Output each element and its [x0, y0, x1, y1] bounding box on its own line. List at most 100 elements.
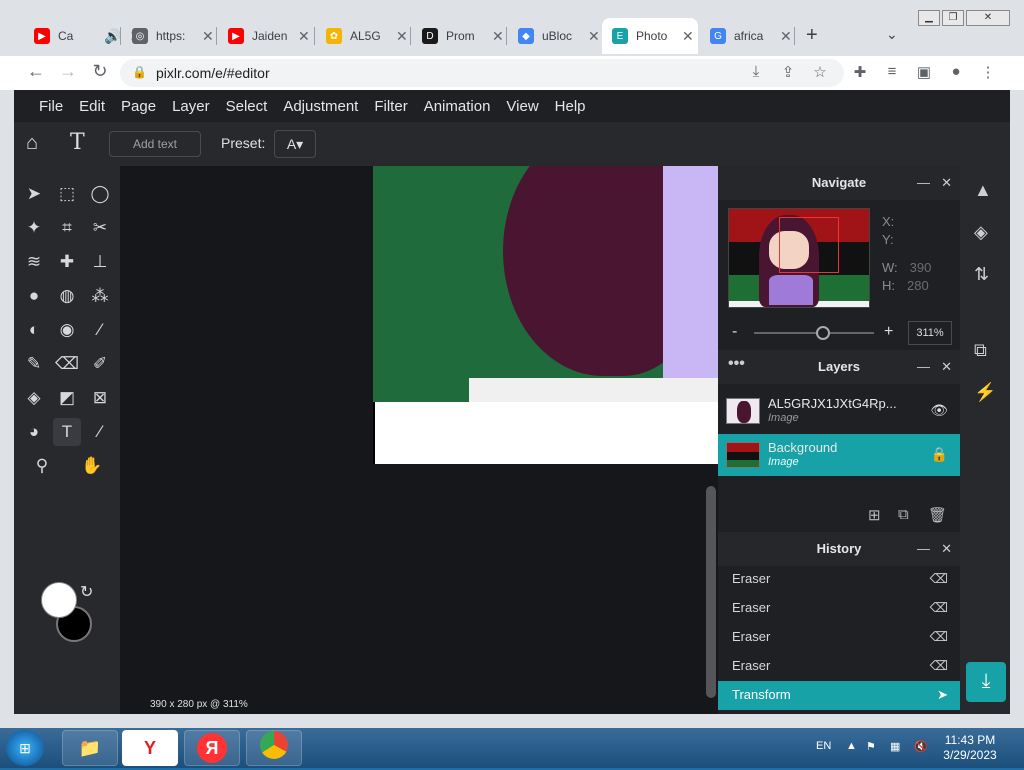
zoom-tool-icon[interactable]: ⚲: [28, 452, 56, 480]
zoom-out-icon[interactable]: -: [732, 323, 737, 341]
text-tool-selected-icon[interactable]: T: [53, 418, 81, 446]
history-item[interactable]: Eraser ⌫: [718, 594, 960, 623]
close-panel-icon[interactable]: ✕: [941, 350, 952, 384]
home-icon[interactable]: ⌂: [26, 132, 38, 155]
lock-icon[interactable]: 🔒: [931, 446, 948, 463]
menu-file[interactable]: File: [39, 98, 63, 115]
visibility-eye-icon[interactable]: 👁: [930, 402, 948, 419]
foreground-color-swatch[interactable]: [41, 582, 77, 618]
speaker-icon[interactable]: 🔊: [104, 28, 121, 45]
cutout-tool-icon[interactable]: ✂: [86, 214, 114, 242]
adjust-panel-icon[interactable]: ⇅: [974, 264, 989, 285]
arrange-tool-icon[interactable]: ➤: [20, 180, 48, 208]
navigator-thumbnail[interactable]: [728, 208, 870, 308]
start-button[interactable]: ⊞: [6, 730, 44, 766]
menu-layer[interactable]: Layer: [172, 98, 210, 115]
dodge-tool-icon[interactable]: ◐: [20, 316, 48, 344]
tab-8[interactable]: Gafrica ✕: [700, 18, 792, 54]
zoom-value-field[interactable]: 311%: [908, 321, 952, 345]
file-explorer-icon[interactable]: 📁: [62, 730, 118, 766]
marquee-tool-icon[interactable]: ⬚: [53, 180, 81, 208]
close-tab-icon[interactable]: ✕: [588, 28, 600, 45]
close-window-icon[interactable]: ✕: [966, 10, 1010, 26]
sharpen-tool-icon[interactable]: ◉: [53, 316, 81, 344]
restore-icon[interactable]: ❐: [942, 10, 964, 26]
gradient-tool-icon[interactable]: ◩: [53, 384, 81, 412]
color-picker-tool-icon[interactable]: ⁄: [86, 316, 114, 344]
canvas-white-area[interactable]: [373, 402, 718, 464]
hand-tool-icon[interactable]: ✋: [78, 452, 106, 480]
minimize-panel-icon[interactable]: —: [917, 166, 930, 200]
action-center-icon[interactable]: ⚑: [866, 740, 876, 753]
close-panel-icon[interactable]: ✕: [941, 166, 952, 200]
download-button[interactable]: ⤓: [966, 662, 1006, 702]
close-tab-icon[interactable]: ✕: [682, 28, 694, 45]
profile-icon[interactable]: ●: [946, 63, 966, 80]
lasso-tool-icon[interactable]: ◯: [86, 180, 114, 208]
dots-tool-icon[interactable]: ⁂: [86, 282, 114, 310]
blur-tool-icon[interactable]: ●: [20, 282, 48, 310]
yandex-icon[interactable]: Я: [184, 730, 240, 766]
yandex-browser-icon[interactable]: Y: [122, 730, 178, 766]
history-item[interactable]: Eraser ⌫: [718, 652, 960, 681]
sponge-tool-icon[interactable]: ◍: [53, 282, 81, 310]
close-tab-icon[interactable]: ✕: [298, 28, 310, 45]
menu-filter[interactable]: Filter: [374, 98, 407, 115]
zoom-in-icon[interactable]: +: [884, 323, 893, 341]
back-icon[interactable]: ←: [24, 61, 48, 82]
tab-2[interactable]: ◎ https: ✕: [122, 18, 214, 54]
delete-layer-icon[interactable]: 🗑: [928, 506, 947, 524]
close-panel-icon[interactable]: ✕: [941, 532, 952, 566]
more-options-icon[interactable]: •••: [728, 347, 745, 381]
network-icon[interactable]: ▦: [890, 740, 900, 753]
tab-6[interactable]: ◆ uBloc ✕: [508, 18, 600, 54]
clone-tool-icon[interactable]: ⊥: [86, 248, 114, 276]
eraser-tool-icon[interactable]: ⌫: [53, 350, 81, 378]
menu-view[interactable]: View: [506, 98, 538, 115]
resize-icon[interactable]: ⧉: [974, 340, 987, 361]
wand-tool-icon[interactable]: ✦: [20, 214, 48, 242]
preset-dropdown[interactable]: A▾: [274, 130, 316, 158]
layer-item[interactable]: AL5GRJX1JXtG4Rp... Image 👁: [718, 390, 960, 432]
tray-expand-icon[interactable]: ▲: [846, 740, 857, 752]
side-panel-icon[interactable]: ▣: [914, 63, 934, 81]
frame-tool-icon[interactable]: ⊠: [86, 384, 114, 412]
menu-page[interactable]: Page: [121, 98, 156, 115]
new-tab-icon[interactable]: +: [806, 24, 818, 47]
install-icon[interactable]: ⤓: [746, 63, 766, 80]
url-text[interactable]: pixlr.com/e/#editor: [156, 65, 270, 81]
vertical-scrollbar[interactable]: [706, 486, 716, 698]
menu-adjustment[interactable]: Adjustment: [283, 98, 358, 115]
reload-icon[interactable]: ↻: [88, 61, 112, 82]
language-indicator[interactable]: EN: [816, 740, 831, 752]
chrome-icon[interactable]: [246, 730, 302, 766]
menu-help[interactable]: Help: [555, 98, 586, 115]
shape-tool-icon[interactable]: ◕: [20, 418, 48, 446]
tab-4[interactable]: ✿ AL5G ✕: [316, 18, 408, 54]
close-tab-icon[interactable]: ✕: [780, 28, 792, 45]
tab-5[interactable]: D Prom ✕: [412, 18, 504, 54]
bookmark-star-icon[interactable]: ☆: [810, 63, 830, 81]
zoom-slider-handle[interactable]: [816, 326, 830, 340]
history-item[interactable]: Eraser ⌫: [718, 623, 960, 652]
canvas-area[interactable]: [120, 166, 718, 714]
navigate-panel-icon[interactable]: ▲: [974, 180, 992, 201]
menu-edit[interactable]: Edit: [79, 98, 105, 115]
menu-animation[interactable]: Animation: [424, 98, 491, 115]
navigator-viewport[interactable]: [779, 217, 839, 273]
menu-select[interactable]: Select: [226, 98, 268, 115]
heal-tool-icon[interactable]: ✚: [53, 248, 81, 276]
fill-tool-icon[interactable]: ◈: [20, 384, 48, 412]
address-bar[interactable]: 🔒 pixlr.com/e/#editor: [120, 59, 844, 87]
crop-tool-icon[interactable]: ⌗: [53, 214, 81, 242]
forward-icon[interactable]: →: [56, 61, 80, 82]
layer-item-selected[interactable]: Background Image 🔒: [718, 434, 960, 476]
close-tab-icon[interactable]: ✕: [396, 28, 408, 45]
history-item[interactable]: Eraser ⌫: [718, 565, 960, 594]
duplicate-layer-icon[interactable]: ⧉: [898, 506, 909, 523]
extensions-icon[interactable]: ✚: [850, 63, 870, 81]
quick-action-icon[interactable]: ⚡: [974, 382, 996, 403]
tab-search-icon[interactable]: ⌄: [886, 26, 898, 43]
layers-panel-icon[interactable]: ◈: [974, 222, 988, 243]
share-icon[interactable]: ⇪: [778, 63, 798, 81]
